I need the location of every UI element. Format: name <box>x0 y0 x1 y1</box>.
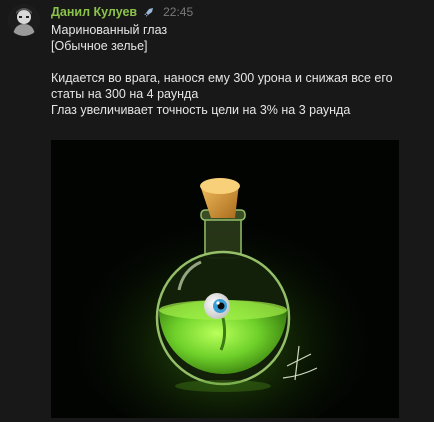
chat-message: Данил Кулуев 22:45 Маринованный глаз [Об… <box>0 0 434 422</box>
author-name[interactable]: Данил Кулуев <box>51 5 137 19</box>
message-text: Маринованный глаз [Обычное зелье] Кидает… <box>51 22 426 118</box>
message-line-blank <box>51 54 426 70</box>
message-timestamp: 22:45 <box>163 5 194 19</box>
potion-illustration <box>51 140 399 418</box>
avatar-image <box>8 4 40 36</box>
message-line-effect-3: Глаз увеличивает точность цели на 3% на … <box>51 103 351 117</box>
message-line-effect-1: Кидается во врага, нанося ему 300 урона … <box>51 71 393 85</box>
message-line-title: Маринованный глаз <box>51 23 168 37</box>
message-line-type: [Обычное зелье] <box>51 39 148 53</box>
message-line-effect-2: статы на 300 на 4 раунда <box>51 87 199 101</box>
user-avatar[interactable] <box>8 4 40 36</box>
message-header: Данил Кулуев 22:45 <box>51 4 193 20</box>
rocket-icon <box>143 6 155 18</box>
attached-image-potion[interactable] <box>51 140 399 418</box>
